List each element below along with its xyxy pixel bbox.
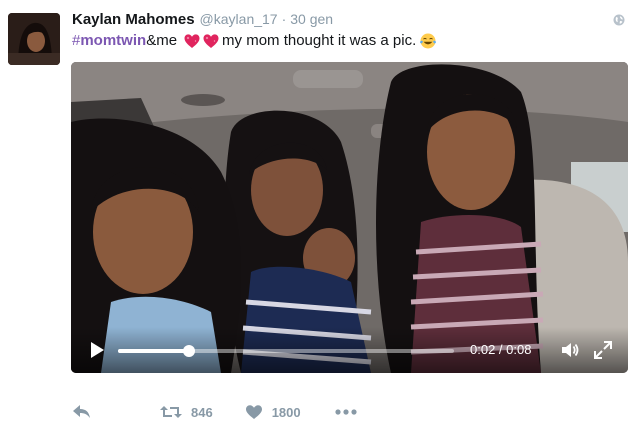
hashtag-link[interactable]: #momtwin bbox=[72, 31, 146, 51]
video-player[interactable]: 0:02 / 0:08 bbox=[71, 62, 628, 373]
reply-button[interactable] bbox=[72, 404, 92, 420]
retweet-count: 846 bbox=[191, 404, 213, 420]
volume-icon[interactable] bbox=[560, 340, 580, 360]
globe-icon bbox=[613, 14, 625, 26]
avatar-photo bbox=[8, 13, 60, 65]
sparkling-heart-emoji-icon bbox=[184, 34, 200, 48]
more-icon bbox=[335, 409, 357, 415]
tweet-actions: 846 1800 bbox=[72, 404, 357, 420]
tweet-text-part-1: &me bbox=[146, 32, 178, 49]
tweet-header: Kaylan Mahomes @kaylan_17 · 30 gen bbox=[72, 11, 333, 31]
retweet-button[interactable]: 846 bbox=[160, 404, 213, 420]
fullscreen-icon[interactable] bbox=[593, 340, 613, 360]
tweet-timestamp[interactable]: 30 gen bbox=[290, 11, 333, 27]
author-name[interactable]: Kaylan Mahomes bbox=[72, 11, 195, 28]
play-icon[interactable] bbox=[89, 341, 105, 359]
scrubber-handle[interactable] bbox=[182, 345, 195, 357]
sparkling-hearts bbox=[183, 32, 220, 50]
more-button[interactable] bbox=[335, 409, 357, 415]
author-handle[interactable]: @kaylan_17 bbox=[200, 11, 278, 27]
scrubber-progress bbox=[118, 349, 189, 353]
heart-icon bbox=[245, 405, 262, 419]
avatar[interactable] bbox=[8, 13, 60, 65]
tears-of-joy-emoji-icon bbox=[420, 33, 437, 49]
meta-separator: · bbox=[281, 11, 287, 27]
video-controls: 0:02 / 0:08 bbox=[71, 327, 628, 373]
video-scrubber[interactable] bbox=[118, 345, 454, 357]
hashtag-text: momtwin bbox=[80, 32, 147, 49]
reply-icon bbox=[73, 405, 90, 418]
tweet-text-part-2: my mom thought it was a pic. bbox=[222, 32, 417, 49]
like-button[interactable]: 1800 bbox=[245, 404, 301, 420]
video-timecode: 0:02 / 0:08 bbox=[470, 342, 532, 357]
sparkling-heart-emoji-icon bbox=[203, 34, 219, 48]
tweet-text: #momtwin &me my mom thought it was a pic… bbox=[72, 31, 437, 51]
retweet-icon bbox=[160, 406, 182, 418]
like-count: 1800 bbox=[271, 404, 301, 420]
